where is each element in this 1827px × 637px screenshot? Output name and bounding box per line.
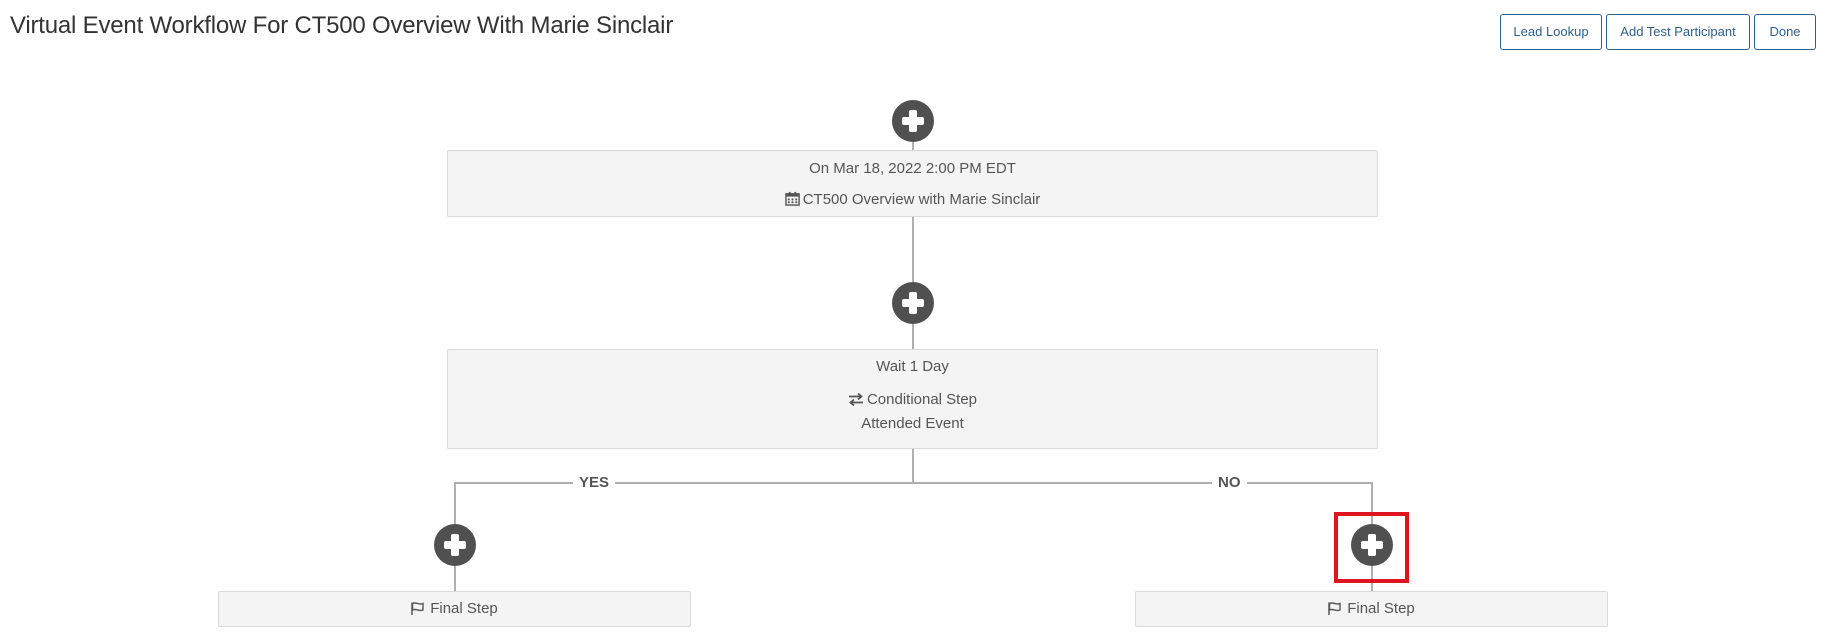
yes-final-step-card[interactable]: Final Step — [218, 591, 691, 627]
no-branch-label: NO — [1212, 474, 1247, 492]
plus-icon-vertical — [451, 534, 459, 556]
conditional-step-card[interactable]: Wait 1 Day Conditional Step Attended Eve… — [447, 349, 1378, 449]
step-type-row: Conditional Step — [448, 391, 1377, 408]
exchange-arrows-icon — [848, 392, 863, 407]
add-test-participant-button[interactable]: Add Test Participant — [1606, 14, 1750, 50]
flag-icon — [411, 602, 424, 615]
connector-line — [912, 320, 914, 350]
yes-final-step-label: Final Step — [430, 600, 498, 617]
trigger-event-row: CT500 Overview with Marie Sinclair — [448, 191, 1377, 208]
connector-line — [912, 216, 914, 286]
wait-duration: Wait 1 Day — [876, 358, 949, 375]
yes-branch-label: YES — [573, 474, 616, 492]
trigger-event-name: CT500 Overview with Marie Sinclair — [802, 191, 1041, 208]
yes-final-step-row: Final Step — [219, 600, 690, 617]
add-step-button-top[interactable] — [892, 100, 934, 142]
plus-icon-vertical — [909, 292, 917, 314]
lead-lookup-button[interactable]: Lead Lookup — [1500, 14, 1602, 50]
add-step-button-middle[interactable] — [892, 282, 934, 324]
no-final-step-row: Final Step — [1136, 600, 1607, 617]
connector-line — [912, 448, 914, 483]
add-step-button-yes[interactable] — [434, 524, 476, 566]
no-final-step-card[interactable]: Final Step — [1135, 591, 1608, 627]
done-button[interactable]: Done — [1754, 14, 1816, 50]
plus-icon-vertical — [909, 110, 917, 132]
flag-icon — [1328, 602, 1341, 615]
no-final-step-label: Final Step — [1347, 600, 1415, 617]
trigger-step-card[interactable]: On Mar 18, 2022 2:00 PM EDT CT500 Overvi… — [447, 150, 1378, 217]
highlight-box — [1334, 512, 1409, 583]
calendar-icon — [784, 191, 800, 206]
step-type: Conditional Step — [866, 391, 978, 408]
page-title: Virtual Event Workflow For CT500 Overvie… — [10, 12, 674, 39]
step-condition: Attended Event — [861, 415, 964, 432]
trigger-date: On Mar 18, 2022 2:00 PM EDT — [809, 160, 1016, 177]
